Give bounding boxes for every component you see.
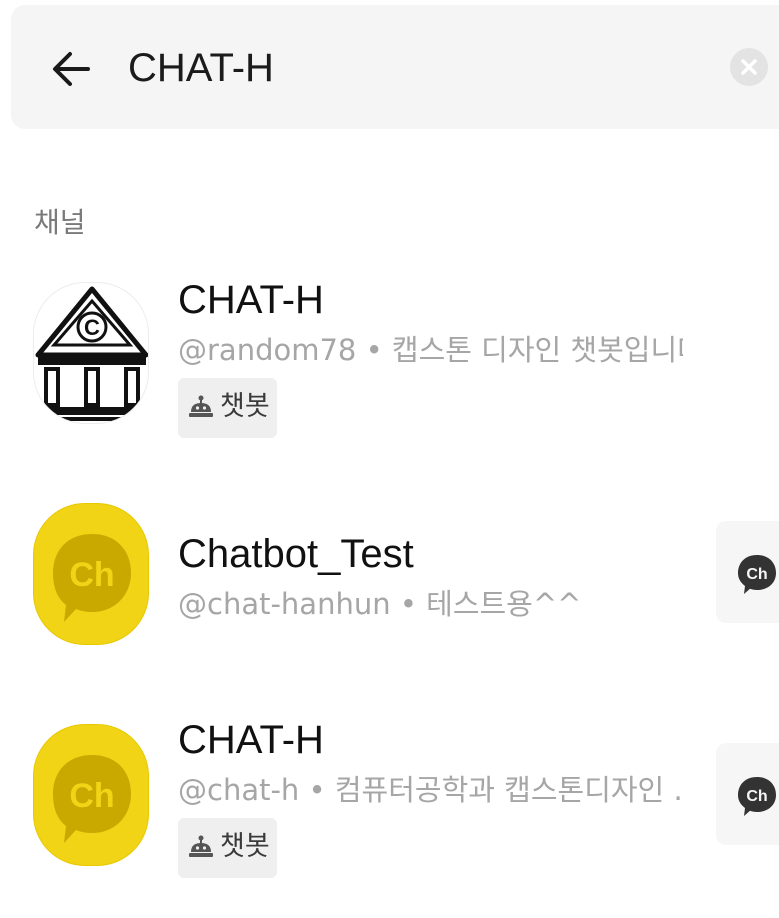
robot-icon xyxy=(189,395,213,417)
arrow-left-icon[interactable] xyxy=(48,46,94,92)
chatbot-badge: 챗봇 xyxy=(178,818,277,878)
channel-name: CHAT-H xyxy=(178,718,324,762)
channel-avatar: Ch xyxy=(33,503,149,645)
svg-text:Ch: Ch xyxy=(69,777,114,815)
svg-text:Ch: Ch xyxy=(746,788,767,805)
channel-description: @chat-h • 컴퓨터공학과 캡스톤디자인 ... xyxy=(178,773,683,807)
channel-chat-button[interactable]: Ch xyxy=(716,743,779,845)
svg-text:Ch: Ch xyxy=(746,566,767,583)
list-item[interactable]: Ch Chatbot_Test @chat-hanhun • 테스트용^^ Ch xyxy=(0,500,779,650)
svg-text:C: C xyxy=(84,315,100,340)
channel-avatar: Ch xyxy=(33,724,149,866)
channel-name: Chatbot_Test xyxy=(178,532,414,576)
search-input[interactable]: CHAT-H xyxy=(128,42,274,94)
badge-label: 챗봇 xyxy=(220,831,270,862)
list-item[interactable]: Ch CHAT-H @chat-h • 컴퓨터공학과 캡스톤디자인 ... 챗봇… xyxy=(0,716,779,886)
kakao-channel-icon: Ch xyxy=(53,534,131,622)
channel-description: @random78 • 캡스톤 디자인 챗봇입니다. xyxy=(178,333,683,367)
kakao-channel-icon: Ch xyxy=(738,777,776,816)
kakao-channel-icon: Ch xyxy=(53,755,131,843)
section-label: 채널 xyxy=(34,206,86,239)
channel-name: CHAT-H xyxy=(178,278,324,322)
channel-chat-button[interactable]: Ch xyxy=(716,521,779,623)
list-item[interactable]: C CHAT-H @random78 • 캡스톤 디자인 챗봇입니다. 챗봇 xyxy=(0,276,779,446)
kakao-channel-icon: Ch xyxy=(738,555,776,594)
badge-label: 챗봇 xyxy=(220,391,270,422)
robot-icon xyxy=(189,835,213,857)
close-circle-icon[interactable] xyxy=(730,48,768,86)
svg-text:Ch: Ch xyxy=(69,556,114,594)
building-logo-icon: C xyxy=(35,286,148,421)
channel-avatar: C xyxy=(33,282,149,424)
chatbot-badge: 챗봇 xyxy=(178,378,277,438)
channel-description: @chat-hanhun • 테스트용^^ xyxy=(178,587,582,621)
search-bar[interactable] xyxy=(11,5,779,129)
